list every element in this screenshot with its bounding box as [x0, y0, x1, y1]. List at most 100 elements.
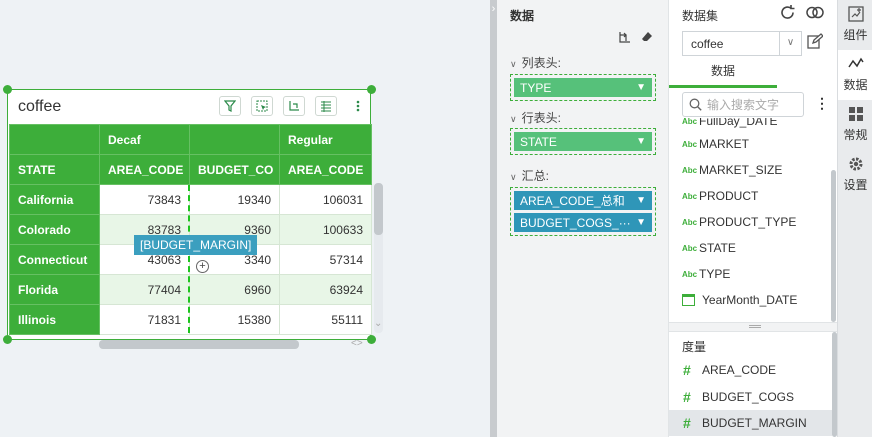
caret-down-icon[interactable]: ▼	[636, 82, 646, 93]
field-pill-type[interactable]: TYPE ▼	[514, 78, 652, 97]
column-header-cell[interactable]: AREA_CODE	[99, 154, 190, 185]
tab-data[interactable]: 数据	[669, 60, 777, 88]
drag-grip-icon[interactable]	[749, 325, 761, 328]
refresh-icon[interactable]	[779, 4, 796, 26]
group-header-cell[interactable]: Regular	[279, 124, 372, 155]
field-pill-area-code-sum[interactable]: AREA_CODE_总和 ▼	[514, 191, 652, 210]
table-cell: 106031	[279, 184, 372, 215]
row-header-cell: Florida	[9, 274, 100, 305]
filter-icon[interactable]	[219, 96, 241, 116]
chevron-down-icon[interactable]: ∨	[779, 32, 801, 55]
caret-down-icon[interactable]: ▼	[636, 195, 646, 206]
widget-title: coffee	[18, 98, 62, 115]
chevron-down-icon[interactable]: ∨	[510, 114, 517, 124]
edit-icon[interactable]	[807, 33, 824, 54]
list-item[interactable]: YearMonth_DATE	[682, 287, 797, 313]
field-search-box[interactable]	[682, 92, 804, 117]
group-header-cell[interactable]: Decaf	[99, 124, 190, 155]
caret-down-icon[interactable]: ▼	[636, 136, 646, 147]
scroll-right-icon[interactable]: <>	[351, 338, 363, 349]
rail-item-data[interactable]: 数据	[838, 50, 872, 100]
summary-dropzone[interactable]: AREA_CODE_总和 ▼ BUDGET_COGS_··· ▼	[510, 187, 656, 236]
scroll-down-icon[interactable]: ⌄	[374, 318, 382, 329]
list-item[interactable]: # BUDGET_MARGIN	[669, 410, 832, 436]
rail-item-general[interactable]: 常规	[838, 100, 872, 150]
list-item[interactable]: # BUDGET_COGS	[669, 384, 832, 410]
collapse-arrow-icon[interactable]: ›	[490, 3, 497, 15]
dimension-list[interactable]: Abc FullDay_DATE Abc MARKET Abc MARKET_SIZE…	[669, 118, 829, 322]
select-icon[interactable]	[251, 96, 273, 116]
table-settings-icon[interactable]	[315, 96, 337, 116]
grid-icon	[838, 106, 872, 126]
table-cell: 15380	[189, 304, 280, 335]
table-cell: 71831	[99, 304, 190, 335]
list-item[interactable]: Abc MARKET_SIZE	[682, 157, 782, 183]
list-item[interactable]: Abc STATE	[682, 235, 736, 261]
scroll-thumb[interactable]	[374, 183, 383, 235]
eraser-icon[interactable]	[641, 31, 653, 46]
rail-item-settings[interactable]: 设置	[838, 150, 872, 200]
text-type-icon: Abc	[682, 139, 698, 149]
row-header-cell: California	[9, 184, 100, 215]
caret-down-icon[interactable]: ▼	[636, 217, 646, 228]
list-item[interactable]: Abc PRODUCT	[682, 183, 758, 209]
search-icon	[689, 98, 702, 111]
column-header-row: STATE AREA_CODE BUDGET_CO AREA_CODE	[9, 154, 372, 185]
list-item[interactable]: Abc TYPE	[682, 261, 730, 287]
drop-indicator-line	[188, 185, 190, 333]
data-table: Decaf Regular STATE AREA_CODE BUDGET_CO …	[9, 124, 372, 335]
table-horizontal-scrollbar[interactable]: <>	[99, 338, 367, 349]
number-type-icon: #	[683, 389, 691, 405]
row-header-cell: Connecticut	[9, 244, 100, 275]
field-pill-state[interactable]: STATE ▼	[514, 132, 652, 151]
panel-title: 数据	[510, 9, 535, 23]
table-cell: 55111	[279, 304, 372, 335]
chevron-down-icon[interactable]: ∨	[510, 172, 517, 182]
data-line-icon	[838, 56, 872, 76]
more-icon[interactable]	[347, 96, 369, 116]
dataset-link-icon[interactable]	[805, 4, 825, 26]
table-cell: 100633	[279, 214, 372, 245]
text-type-icon: Abc	[682, 165, 698, 175]
report-canvas[interactable]: coffee Decaf Regular STATE AREA_CODE BUD…	[0, 0, 490, 437]
column-header-dropzone[interactable]: TYPE ▼	[510, 74, 656, 101]
rail-item-widgets[interactable]: 组件	[838, 0, 872, 50]
swap-axis-icon[interactable]	[618, 31, 631, 47]
search-input[interactable]	[707, 97, 797, 112]
row-header-cell: Colorado	[9, 214, 100, 245]
resize-handle-top-right[interactable]	[367, 85, 376, 94]
column-header-cell[interactable]: BUDGET_CO	[189, 154, 280, 185]
dataset-panel: 数据集 coffee ∨ 数据 ⋮ AbcFullDay_DATE AbcMAR…	[668, 0, 837, 437]
row-header-section-label[interactable]: ∨ 行表头:	[510, 109, 561, 126]
more-options-icon[interactable]: ⋮	[815, 95, 829, 112]
list-item[interactable]: Abc PRODUCT_TYPE	[682, 209, 796, 235]
column-header-cell[interactable]: AREA_CODE	[279, 154, 372, 185]
list-item[interactable]: Abc MARKET	[682, 131, 749, 157]
row-header-cell: Illinois	[9, 304, 100, 335]
panel-splitter[interactable]: ›	[490, 0, 497, 437]
table-vertical-scrollbar[interactable]: ⌄	[374, 183, 383, 333]
resize-handle-bottom-left[interactable]	[3, 335, 12, 344]
text-type-icon: Abc	[682, 118, 698, 126]
drag-field-tooltip: [BUDGET_MARGIN]	[134, 235, 258, 255]
dimension-list-scrollbar[interactable]	[831, 170, 836, 322]
table-cell: 73843	[99, 184, 190, 215]
summary-section-label[interactable]: ∨ 汇总:	[510, 167, 549, 184]
number-type-icon: #	[683, 362, 691, 378]
column-header-section-label[interactable]: ∨ 列表头:	[510, 54, 561, 71]
dataset-select[interactable]: coffee ∨	[682, 31, 802, 56]
list-item[interactable]: # AREA_CODE	[669, 357, 832, 383]
field-pill-budget-cogs[interactable]: BUDGET_COGS_··· ▼	[514, 213, 652, 232]
axis-icon[interactable]	[283, 96, 305, 116]
group-header-cell	[189, 124, 280, 155]
resize-handle-top-left[interactable]	[3, 85, 12, 94]
column-header-cell[interactable]: STATE	[9, 154, 100, 185]
add-widget-icon	[838, 6, 872, 26]
data-binding-panel: 数据 ∨ 列表头: TYPE ▼ ∨ 行表头: STATE ▼ ∨ 汇总: AREA_CO…	[497, 0, 668, 437]
scroll-thumb[interactable]	[99, 340, 299, 349]
resize-handle-bottom-right[interactable]	[367, 335, 376, 344]
chevron-down-icon[interactable]: ∨	[510, 59, 517, 69]
list-resize-splitter[interactable]	[669, 322, 837, 332]
table-row: Illinois 71831 15380 55111	[9, 304, 372, 335]
row-header-dropzone[interactable]: STATE ▼	[510, 128, 656, 155]
